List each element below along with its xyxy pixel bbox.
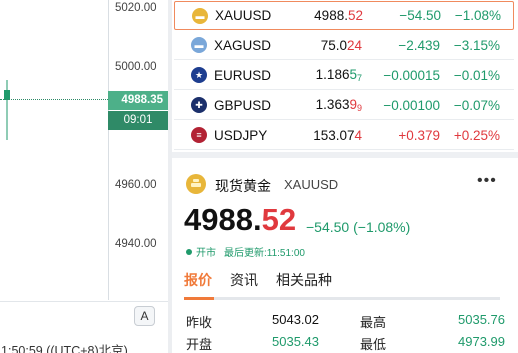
change-pct: −0.07% <box>453 97 500 113</box>
change: −0.00100 <box>383 97 440 113</box>
change: −0.00015 <box>383 67 440 83</box>
symbol: XAGUSD <box>214 37 272 53</box>
auto-scale-button[interactable]: A <box>134 306 155 326</box>
eu-flag-icon: ★ <box>191 67 207 83</box>
watchlist-row-usdjpy[interactable]: ≡ USDJPY 153.074 +0.379 +0.25% <box>174 121 514 150</box>
change: −2.439 <box>398 37 440 53</box>
change: +0.379 <box>398 127 440 143</box>
bar-countdown-tag: 09:01 <box>108 111 168 130</box>
price: 75.024 <box>320 37 362 53</box>
stat-value: 4973.99 <box>458 334 505 349</box>
change-pct: −0.01% <box>453 67 500 83</box>
symbol: EURUSD <box>214 67 272 83</box>
stat-value: 5043.02 <box>272 312 319 327</box>
watchlist-row-xauusd[interactable]: ▬ XAUUSD 4988.52 −54.50 −1.08% <box>174 1 514 30</box>
change-pct: −3.15% <box>453 37 500 53</box>
watchlist: ▬ XAUUSD 4988.52 −54.50 −1.08% ▬ XAGUSD … <box>172 0 518 152</box>
instrument-name: 现货黄金 <box>215 178 271 194</box>
tab-underline <box>184 297 500 300</box>
last-updated: 最后更新:11:51:00 <box>224 248 305 259</box>
symbol: GBPUSD <box>214 97 272 113</box>
price: 1.36399 <box>315 97 362 113</box>
tab-quote[interactable]: 报价 <box>184 270 212 296</box>
stat-label: 昨收 <box>186 315 213 330</box>
watchlist-row-gbpusd[interactable]: ✚ GBPUSD 1.36399 −0.00100 −0.07% <box>174 91 514 120</box>
status-dot-icon <box>186 248 192 255</box>
current-price-line <box>0 99 108 100</box>
market-status: 开市 最后更新:11:51:00 <box>186 244 305 259</box>
price-tick: 4940.00 <box>115 238 157 250</box>
tab-active-indicator <box>184 297 214 300</box>
time-axis-separator <box>0 301 168 302</box>
price: 1.18657 <box>315 67 362 83</box>
status-text: 开市 <box>196 248 216 259</box>
price-axis-separator <box>108 0 109 300</box>
tab-related[interactable]: 相关品种 <box>276 270 332 296</box>
stat-value: 5035.76 <box>458 312 505 327</box>
watchlist-row-eurusd[interactable]: ★ EURUSD 1.18657 −0.00015 −0.01% <box>174 61 514 90</box>
candlestick-plot[interactable] <box>0 0 108 300</box>
stat-label: 最高 <box>360 315 387 330</box>
stat-high: 最高 5035.76 <box>360 312 505 331</box>
price-tick: 5020.00 <box>115 2 157 14</box>
detail-tabs: 报价 资讯 相关品种 <box>184 270 332 296</box>
instrument-detail: 现货黄金 XAUUSD ••• 4988.52 −54.50 (−1.08%) … <box>172 158 518 353</box>
price-chart[interactable]: 5020.00 5000.00 4960.00 4940.00 4988.35 … <box>0 0 168 353</box>
change-pct: −1.08% <box>454 8 501 23</box>
uk-flag-icon: ✚ <box>191 97 207 113</box>
stat-open: 开盘 5035.43 <box>186 334 346 353</box>
watchlist-row-xagusd[interactable]: ▬ XAGUSD 75.024 −2.439 −3.15% <box>174 31 514 60</box>
price-tick: 5000.00 <box>115 61 157 73</box>
instrument-code: XAUUSD <box>284 177 339 192</box>
us-flag-icon: ≡ <box>191 127 207 143</box>
symbol: XAUUSD <box>215 8 272 23</box>
change-pct: +0.25% <box>453 127 500 143</box>
stat-label: 最低 <box>360 337 387 352</box>
stat-prev-close: 昨收 5043.02 <box>186 312 346 331</box>
price: 4988.52 <box>314 8 363 23</box>
stat-label: 开盘 <box>186 337 213 352</box>
change: −54.50 <box>399 8 441 23</box>
gold-bar-icon: ▬ <box>192 7 208 24</box>
price-change: −54.50 (−1.08%) <box>306 219 411 235</box>
stat-low: 最低 4973.99 <box>360 334 505 353</box>
time-axis-label: 11:50:59 ((UTC+8)北京) <box>0 344 128 353</box>
price-tick: 4960.00 <box>115 179 157 191</box>
stat-value: 5035.43 <box>272 334 319 349</box>
tab-news[interactable]: 资讯 <box>230 270 258 296</box>
current-price-tag: 4988.35 <box>108 91 168 110</box>
price: 153.074 <box>313 127 362 143</box>
more-options-icon[interactable]: ••• <box>477 172 497 190</box>
symbol: USDJPY <box>214 127 268 143</box>
gold-bar-icon <box>186 174 206 194</box>
silver-bar-icon: ▬ <box>191 37 207 53</box>
last-price: 4988.52 <box>184 202 297 237</box>
